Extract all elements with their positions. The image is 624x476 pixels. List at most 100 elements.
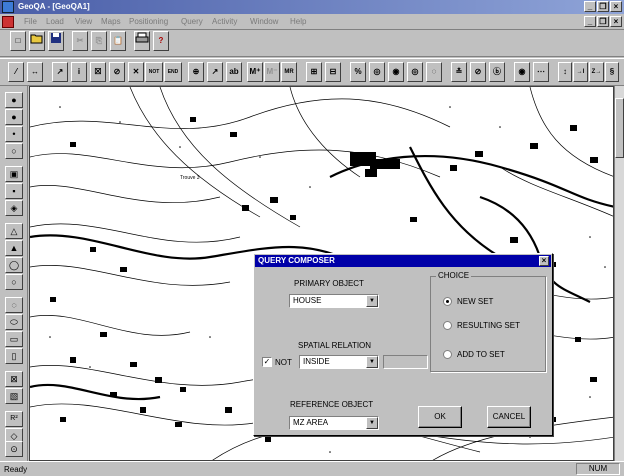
circle-icon[interactable]: ○ (5, 274, 23, 290)
vertical-icon[interactable]: ↕ (558, 62, 572, 82)
doc-restore-button[interactable]: ❐ (597, 16, 609, 27)
dots-icon[interactable]: ⋯ (533, 62, 549, 82)
zoom-icon[interactable]: ◌ (426, 62, 442, 82)
status-text: Ready (4, 465, 28, 474)
rectangle-icon[interactable]: ▭ (5, 331, 23, 347)
spatial-relation-select[interactable]: INSIDE ▼ (299, 355, 379, 369)
cross-box-icon[interactable]: ⊠ (5, 371, 23, 387)
label-icon[interactable]: ab (226, 62, 242, 82)
menu-query[interactable]: Query (181, 17, 203, 26)
minimize-button[interactable]: _ (584, 1, 596, 12)
move-icon[interactable]: ↔ (27, 62, 43, 82)
level-icon[interactable]: ≛ (451, 62, 467, 82)
step-icon[interactable]: →I (573, 62, 588, 82)
circle-large-icon[interactable]: ◯ (5, 257, 23, 273)
cut-icon[interactable]: ✂ (72, 31, 88, 51)
end-button[interactable]: END (164, 62, 182, 82)
section-icon[interactable]: § (605, 62, 619, 82)
target-small-icon[interactable]: ⊙ (5, 441, 23, 457)
hatch-icon[interactable]: ▧ (5, 388, 23, 404)
pen-icon[interactable]: ⁄ (8, 62, 24, 82)
radar-icon[interactable]: ◉ (514, 62, 530, 82)
maximize-button[interactable]: ❐ (597, 1, 609, 12)
menu-positioning[interactable]: Positioning (129, 17, 168, 26)
menu-maps[interactable]: Maps (101, 17, 121, 26)
dropdown-arrow-icon[interactable]: ▼ (366, 417, 378, 429)
document-icon[interactable] (2, 16, 14, 28)
menu-activity[interactable]: Activity (212, 17, 237, 26)
save-icon[interactable] (48, 31, 64, 51)
dropdown-arrow-icon[interactable]: ▼ (366, 356, 378, 368)
new-set-label[interactable]: NEW SET (457, 297, 493, 306)
info-icon[interactable]: i (71, 62, 87, 82)
zoom-to-icon[interactable]: Z→ (589, 62, 604, 82)
layer-icon[interactable]: % (350, 62, 366, 82)
resulting-set-radio[interactable] (443, 321, 452, 330)
primary-object-select[interactable]: HOUSE ▼ (289, 294, 379, 308)
doc-close-button[interactable]: × (610, 16, 622, 27)
scroll-thumb[interactable] (615, 98, 624, 158)
close-button[interactable]: × (610, 1, 622, 12)
grid-icon[interactable]: ⊞ (306, 62, 322, 82)
new-set-radio[interactable] (443, 297, 452, 306)
query-composer-dialog: QUERY COMPOSER × PRIMARY OBJECT HOUSE ▼ … (253, 253, 553, 436)
window-title: GeoQA - [GeoQA1] (18, 2, 90, 11)
layer-dot-icon[interactable]: ● (5, 92, 23, 108)
target-icon[interactable]: ◎ (369, 62, 385, 82)
bookmark-icon[interactable]: ⓑ (489, 62, 505, 82)
memory-add-button[interactable]: M⁺ (247, 62, 263, 82)
menu-view[interactable]: View (75, 17, 92, 26)
box-select-icon[interactable]: ☒ (90, 62, 106, 82)
triangle-icon[interactable]: △ (5, 223, 23, 239)
menu-file[interactable]: File (24, 17, 37, 26)
add-to-set-radio[interactable] (443, 350, 452, 359)
window-icon[interactable]: ⊟ (325, 62, 341, 82)
not-checkbox[interactable]: ✓ (262, 357, 272, 367)
focus-icon[interactable]: ◉ (388, 62, 404, 82)
square-filled-icon[interactable]: ▣ (5, 166, 23, 182)
cancel-button[interactable]: CANCEL (487, 406, 531, 428)
new-icon[interactable]: □ (10, 31, 26, 51)
dropdown-arrow-icon[interactable]: ▼ (366, 295, 378, 307)
map-toolbar: ⁄ ↔ ↗ i ☒ ⊘ ✕ NOT END ⊕ ↗ ab M⁺ M⁻ MR ⊞ … (0, 58, 624, 86)
crosshair-icon[interactable]: ⊕ (188, 62, 204, 82)
arrow-icon[interactable]: ↗ (207, 62, 223, 82)
open-icon[interactable] (29, 31, 45, 51)
menu-help[interactable]: Help (290, 17, 306, 26)
copy-icon[interactable]: ⎘ (91, 31, 107, 51)
paste-icon[interactable]: 📋 (110, 31, 126, 51)
print-icon[interactable] (134, 31, 150, 51)
doc-minimize-button[interactable]: _ (584, 16, 596, 27)
reference-object-label: REFERENCE OBJECT (290, 400, 374, 409)
circle-dashed-icon[interactable]: ◌ (5, 297, 23, 313)
diamond-icon[interactable]: ◈ (5, 200, 23, 216)
point-outline-icon[interactable]: ○ (5, 143, 23, 159)
menu-load[interactable]: Load (46, 17, 64, 26)
memory-subtract-button[interactable]: M⁻ (264, 62, 280, 82)
r-squared-icon[interactable]: R² (5, 411, 23, 427)
add-to-set-label[interactable]: ADD TO SET (457, 350, 505, 359)
ellipse-icon[interactable]: ⬭ (5, 314, 23, 330)
dialog-title: QUERY COMPOSER (258, 256, 335, 265)
delete-icon[interactable]: ✕ (128, 62, 144, 82)
point-small-icon[interactable]: • (5, 126, 23, 142)
circle-icon[interactable]: ◎ (407, 62, 423, 82)
dialog-close-button[interactable]: × (539, 256, 549, 266)
ok-button[interactable]: OK (418, 406, 462, 428)
reference-object-select[interactable]: MZ AREA ▼ (289, 416, 379, 430)
triangle-filled-icon[interactable]: ▲ (5, 240, 23, 256)
filter-icon[interactable]: ⊘ (470, 62, 486, 82)
menu-window[interactable]: Window (250, 17, 278, 26)
pointer-icon[interactable]: ↗ (52, 62, 68, 82)
clear-icon[interactable]: ⊘ (109, 62, 125, 82)
spatial-relation-label: SPATIAL RELATION (298, 341, 372, 350)
square-small-icon[interactable]: ▪ (5, 183, 23, 199)
vertical-scrollbar[interactable] (614, 86, 624, 461)
not-button[interactable]: NOT (145, 62, 163, 82)
rectangle-tall-icon[interactable]: ▯ (5, 348, 23, 364)
memory-recall-button[interactable]: MR (281, 62, 297, 82)
spatial-parameter-field[interactable] (383, 355, 428, 369)
resulting-set-label[interactable]: RESULTING SET (457, 321, 520, 330)
help-icon[interactable]: ? (153, 31, 169, 51)
point-large-icon[interactable]: ● (5, 109, 23, 125)
